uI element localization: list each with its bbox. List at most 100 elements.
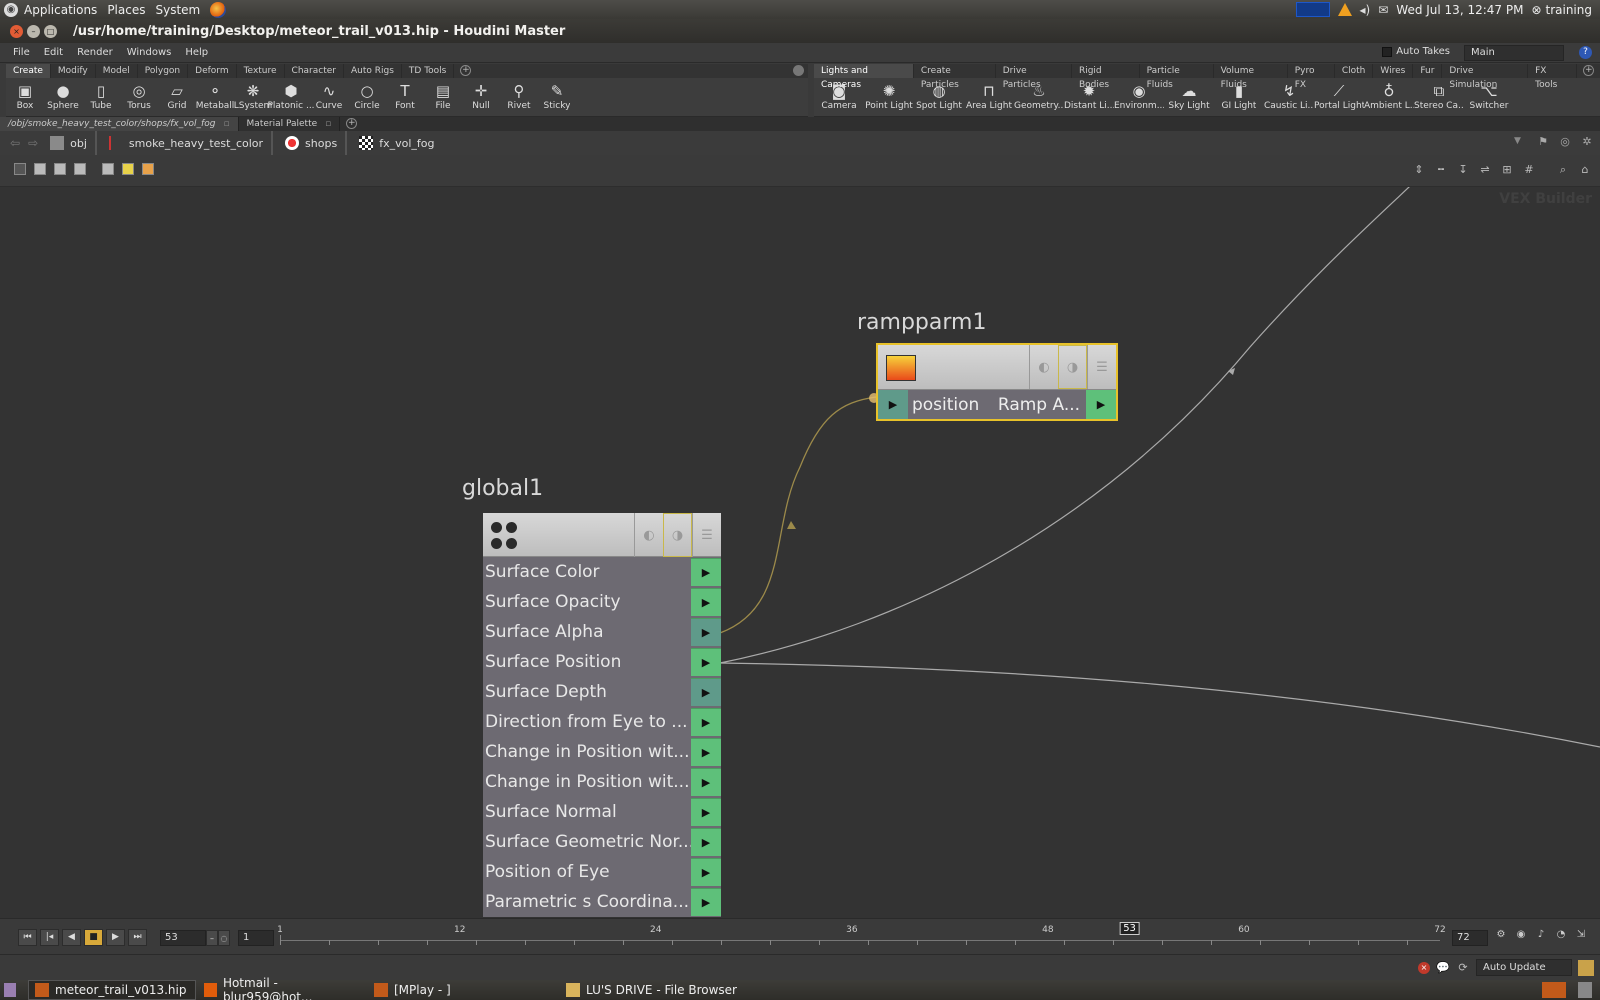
- key-icon[interactable]: ◉: [1514, 929, 1528, 943]
- end-frame-field[interactable]: 72: [1452, 930, 1488, 946]
- shelf-tab-polygon[interactable]: Polygon: [138, 64, 189, 78]
- tool-gi-light[interactable]: ▮ GI Light: [1214, 81, 1264, 111]
- tool-metaball[interactable]: ⚬ Metaball: [196, 81, 235, 111]
- system-monitor-icon[interactable]: [1295, 2, 1330, 17]
- add-shelf-tab-icon[interactable]: +: [1583, 65, 1594, 76]
- output-connector[interactable]: ▶: [691, 738, 721, 766]
- houdini-tray-icon[interactable]: [1542, 982, 1566, 998]
- shelf-tab-model[interactable]: Model: [96, 64, 138, 78]
- shelf-tab-particle-fluids[interactable]: Particle Fluids: [1140, 64, 1214, 90]
- tool-null[interactable]: ✛ Null: [462, 81, 500, 111]
- network-box-icon[interactable]: [102, 163, 114, 175]
- tool-portal-light[interactable]: ⟋ Portal Light: [1314, 81, 1364, 111]
- tool-point-light[interactable]: ✺ Point Light: [864, 81, 914, 111]
- link-icon[interactable]: ◎: [1558, 135, 1572, 149]
- shelf-tab-fur[interactable]: Fur: [1413, 64, 1443, 78]
- user-menu[interactable]: ⊗ training: [1531, 3, 1592, 17]
- tool-tube[interactable]: ▯ Tube: [82, 81, 120, 111]
- tool-ambient-l[interactable]: ♁ Ambient L...: [1364, 81, 1414, 111]
- jump-start-button[interactable]: ⏮: [18, 929, 37, 946]
- help-icon[interactable]: ?: [1579, 46, 1592, 59]
- tool-platonic[interactable]: ⬢ Platonic ...: [267, 81, 314, 111]
- shelf-tab-pyro-fx[interactable]: Pyro FX: [1288, 64, 1335, 90]
- menu-help[interactable]: Help: [185, 47, 208, 58]
- tool-area-light[interactable]: ⊓ Area Light: [964, 81, 1014, 111]
- shelf-tab-volume-fluids[interactable]: Volume Fluids: [1214, 64, 1288, 90]
- tool-switcher[interactable]: ⌥ Switcher: [1464, 81, 1514, 111]
- tab-close-icon[interactable]: ▫: [325, 119, 331, 129]
- move-icon[interactable]: ↧: [1456, 163, 1470, 177]
- menu-edit[interactable]: Edit: [44, 47, 63, 58]
- tool-lsystem[interactable]: ❋ LSystem: [234, 81, 273, 111]
- path-dropdown-icon[interactable]: ▼: [1514, 136, 1524, 146]
- back-arrow-icon[interactable]: ⇦: [10, 136, 20, 150]
- shelf-tab-drive-simulation[interactable]: Drive Simulation: [1442, 64, 1529, 90]
- global-anim-options-icon[interactable]: ⚙: [1494, 929, 1508, 943]
- parms-flag-icon[interactable]: ☰: [692, 513, 721, 557]
- applications-menu[interactable]: Applications: [24, 3, 97, 17]
- forward-arrow-icon[interactable]: ⇨: [28, 136, 38, 150]
- wire-position-up[interactable]: [719, 187, 1440, 664]
- breadcrumb-obj[interactable]: obj: [42, 131, 97, 155]
- add-shelf-tab-icon[interactable]: +: [460, 65, 472, 76]
- auto-takes-toggle[interactable]: Auto Takes: [1382, 46, 1450, 57]
- shelf-tab-cloth[interactable]: Cloth: [1335, 64, 1374, 78]
- play-button[interactable]: ▶: [106, 929, 125, 946]
- tab-close-icon[interactable]: ▫: [223, 119, 229, 129]
- align-icon[interactable]: ╍: [1434, 163, 1448, 177]
- tree-view-icon[interactable]: [14, 163, 26, 175]
- error-icon[interactable]: ×: [1418, 961, 1430, 974]
- auto-takes-checkbox[interactable]: [1382, 46, 1393, 57]
- output-connector[interactable]: ▶: [691, 618, 721, 646]
- tab-material-palette[interactable]: Material Palette ▫: [239, 117, 341, 131]
- timeline-current-frame-marker[interactable]: 53: [1119, 922, 1140, 935]
- thumbnail-view-icon[interactable]: [54, 163, 66, 175]
- window-titlebar[interactable]: × – □ /usr/home/training/Desktop/meteor_…: [0, 19, 1600, 43]
- output-connector[interactable]: ▶: [691, 558, 721, 586]
- cook-icon[interactable]: ⟳: [1456, 961, 1470, 975]
- shelf-tab-drive-particles[interactable]: Drive Particles: [996, 64, 1072, 90]
- show-desktop-icon[interactable]: [4, 983, 16, 997]
- shelf-tab-rigid-bodies[interactable]: Rigid Bodies: [1072, 64, 1140, 90]
- shelf-tab-wires[interactable]: Wires: [1373, 64, 1414, 78]
- jump-end-button[interactable]: ⏭: [128, 929, 147, 946]
- minimize-window-button[interactable]: –: [27, 24, 40, 38]
- grid-icon[interactable]: #: [1522, 163, 1536, 177]
- parms-flag-icon[interactable]: ☰: [1087, 345, 1116, 389]
- output-connector[interactable]: ▶: [691, 648, 721, 676]
- step-back-key-button[interactable]: |◂: [40, 929, 59, 946]
- tool-camera[interactable]: ◙ Camera: [814, 81, 864, 111]
- output-connector[interactable]: ▶: [691, 588, 721, 616]
- close-window-button[interactable]: ×: [10, 24, 23, 38]
- menu-windows[interactable]: Windows: [127, 47, 172, 58]
- network-editor[interactable]: VEX Builder rampparm1 ◐ ◑ ☰ ▶ position R…: [0, 187, 1600, 918]
- shelf-tab-fx-tools[interactable]: FX Tools: [1528, 64, 1578, 90]
- pin-icon[interactable]: ⚑: [1536, 135, 1550, 149]
- shelf-tab-create-particles[interactable]: Create Particles: [914, 64, 996, 90]
- menu-render[interactable]: Render: [77, 47, 113, 58]
- tool-stereo-ca[interactable]: ⧉ Stereo Ca...: [1414, 81, 1464, 111]
- start-frame-field[interactable]: 1: [238, 930, 274, 946]
- shelf-tab-td-tools[interactable]: TD Tools: [402, 64, 455, 78]
- grid-view-icon[interactable]: [74, 163, 86, 175]
- current-frame-field[interactable]: 53: [160, 930, 206, 946]
- bypass-flag-icon[interactable]: ◐: [634, 513, 663, 557]
- list-view-icon[interactable]: [34, 163, 46, 175]
- tool-grid[interactable]: ▱ Grid: [158, 81, 196, 111]
- system-menu[interactable]: System: [155, 3, 200, 17]
- expand-icon[interactable]: ⇲: [1574, 929, 1588, 943]
- tool-geometry[interactable]: ♨ Geometry...: [1014, 81, 1064, 111]
- tool-rivet[interactable]: ⚲ Rivet: [500, 81, 538, 111]
- wire-position-right[interactable]: [719, 662, 1600, 748]
- output-connector[interactable]: ▶: [691, 678, 721, 706]
- update-mode-select[interactable]: Auto Update: [1476, 959, 1572, 976]
- timeline-track[interactable]: 1 12 24 36 48 60 72 53: [277, 922, 1446, 949]
- tool-torus[interactable]: ◎ Torus: [120, 81, 158, 111]
- debug-flag-icon[interactable]: ◑: [1058, 345, 1087, 389]
- output-connector[interactable]: ▶: [691, 708, 721, 736]
- realtime-icon[interactable]: ◔: [1554, 929, 1568, 943]
- menu-file[interactable]: File: [13, 47, 30, 58]
- tool-font[interactable]: T Font: [386, 81, 424, 111]
- shelf-tab-modify[interactable]: Modify: [51, 64, 96, 78]
- frame-stepper-icon[interactable]: –: [206, 930, 218, 946]
